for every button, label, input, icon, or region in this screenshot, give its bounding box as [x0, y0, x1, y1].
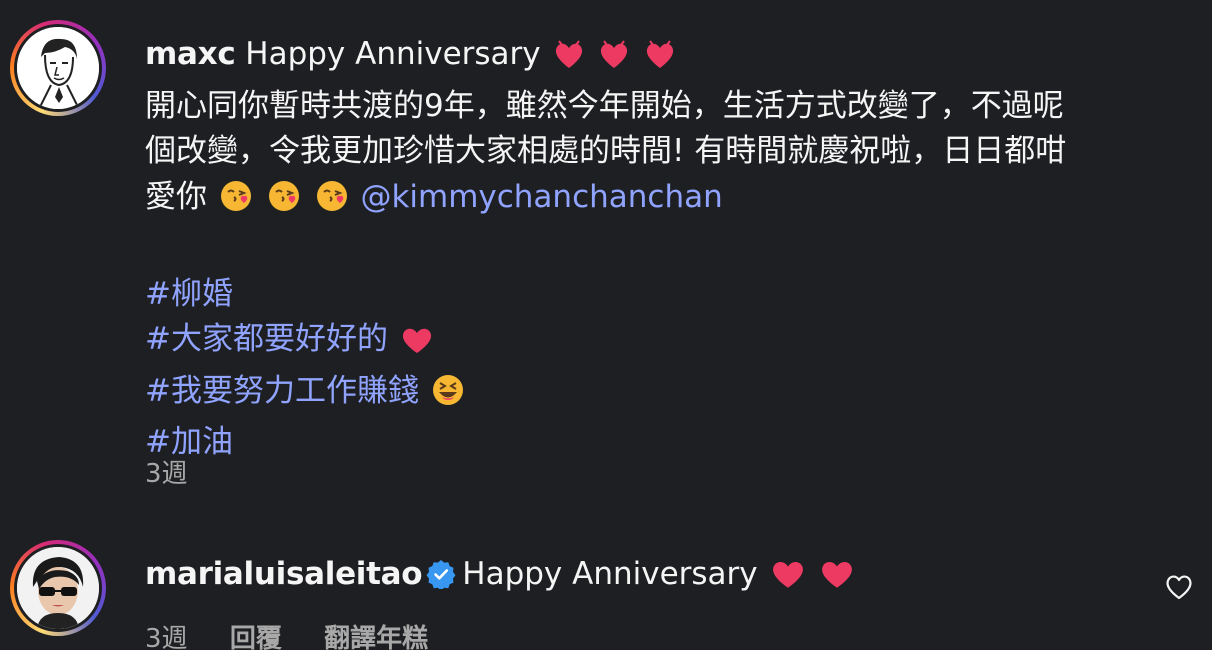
growing-heart-icon	[553, 38, 585, 84]
username-marialuisaleitao[interactable]: marialuisaleitao	[145, 556, 423, 592]
growing-heart-icon	[598, 38, 630, 84]
avatar-marialuisaleitao[interactable]	[10, 540, 106, 636]
heart-outline-icon	[1166, 575, 1192, 600]
hashtag-link: #大家都要好好的	[145, 317, 1172, 369]
caption-meta: 3週	[145, 453, 222, 490]
timestamp: 3週	[145, 624, 188, 650]
like-comment-button[interactable]	[1162, 570, 1196, 604]
caption-greeting: Happy Anniversary	[245, 36, 541, 72]
caption-line-2: 個改變，令我更加珍惜大家相處的時間! 有時間就慶祝啦，日日都咁	[145, 133, 1067, 169]
avatar-illustration	[17, 27, 99, 109]
username-maxc[interactable]: maxc	[145, 36, 236, 72]
hashtag-link: #柳婚	[145, 275, 233, 312]
caption-line-1: 開心同你暫時共渡的9年，雖然今年開始，生活方式改變了，不過呢	[145, 87, 1064, 124]
heart-icon	[400, 323, 434, 369]
comment-text: Happy Anniversary	[462, 556, 758, 592]
translate-button[interactable]: 翻譯年糕	[324, 624, 428, 650]
kiss-face-icon	[219, 179, 253, 227]
comment-body: marialuisaleitao Happy Anniversary	[145, 552, 1172, 604]
avatar-maxc[interactable]	[10, 20, 106, 116]
kiss-face-icon	[315, 179, 349, 227]
heart-icon	[770, 558, 806, 604]
comment-meta: 3週 回覆 翻譯年糕	[145, 618, 462, 650]
caption-line-3: 愛你	[145, 178, 207, 215]
mention-link[interactable]: @kimmychanchanchan	[360, 179, 722, 215]
verified-badge-icon	[426, 557, 456, 591]
hashtag-link: #加油	[145, 424, 233, 460]
caption-body: maxc Happy Anniversary 開心同你暫時共渡的9年，雖然今年開…	[145, 32, 1172, 466]
growing-heart-icon	[644, 38, 676, 84]
kiss-face-icon	[267, 179, 301, 227]
hashtag-link: #我要努力工作賺錢	[145, 369, 1172, 421]
timestamp: 3週	[145, 459, 188, 489]
avatar-photo	[17, 547, 99, 629]
reply-button[interactable]: 回覆	[230, 624, 282, 650]
caption-post: maxc Happy Anniversary 開心同你暫時共渡的9年，雖然今年開…	[0, 20, 1212, 500]
comments-feed: maxc Happy Anniversary 開心同你暫時共渡的9年，雖然今年開…	[0, 0, 1212, 650]
laughing-face-icon	[431, 373, 465, 421]
heart-icon	[819, 558, 855, 604]
comment-item: marialuisaleitao Happy Anniversary 3週 回覆 …	[0, 540, 1212, 650]
